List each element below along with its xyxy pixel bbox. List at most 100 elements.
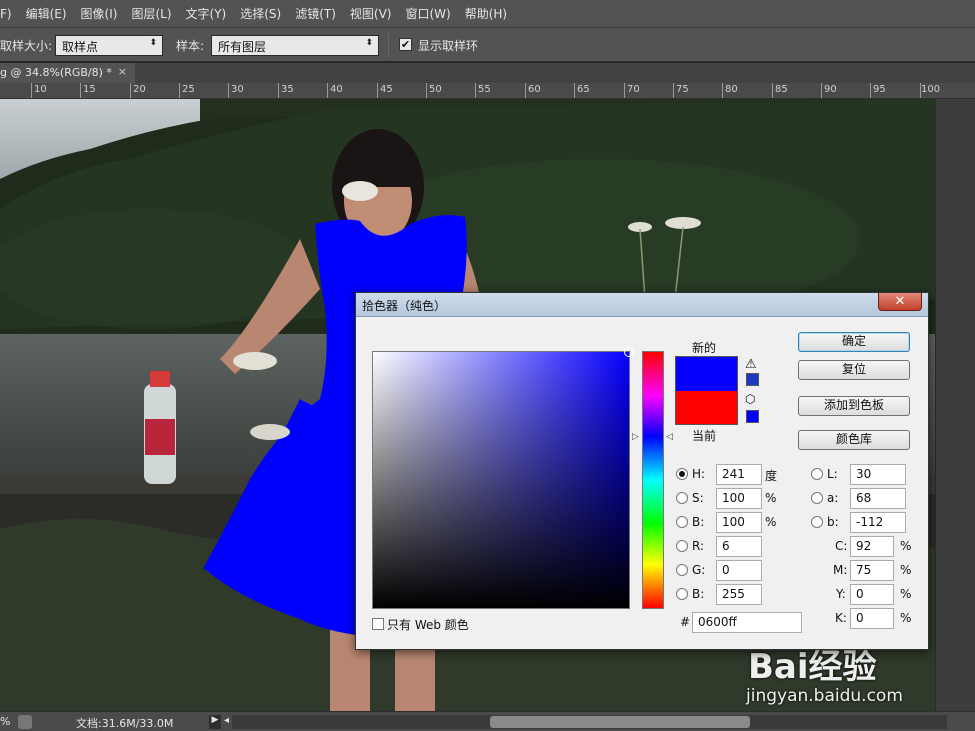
black-field[interactable]: 0 (850, 608, 894, 629)
color-field[interactable] (372, 347, 634, 609)
blue-label: B: (692, 587, 705, 601)
menu-edit[interactable]: 编辑(E) (19, 5, 74, 22)
brightness-radio[interactable] (676, 516, 688, 528)
color-picker-dialog: 拾色器（纯色） ✕ ▷ ◁ 新的 当前 ⚠ ⬡ 确定 复位 添加到色板 颜色库 … (355, 292, 929, 650)
show-sampling-ring-checkbox[interactable]: ✔ (399, 38, 412, 51)
ruler-label: 70 (627, 84, 640, 95)
ruler-label: 35 (281, 84, 294, 95)
lab-l-radio[interactable] (811, 468, 823, 480)
updown-arrow-icon: ⬍ (149, 38, 157, 48)
ruler-label: 50 (429, 84, 442, 95)
ruler-tick (327, 83, 328, 98)
magenta-unit: % (900, 563, 912, 577)
lab-b-radio[interactable] (811, 516, 823, 528)
zoom-level[interactable]: % (0, 715, 10, 728)
menu-filter[interactable]: 滤镜(T) (288, 5, 343, 22)
options-bar: 取样大小: 取样点 ⬍ 样本: 所有图层 ⬍ ✔ 显示取样环 (0, 28, 975, 62)
red-field[interactable]: 6 (716, 536, 762, 557)
status-menu-button[interactable]: ▶ (209, 715, 221, 729)
vertical-scrollbar[interactable] (935, 99, 975, 711)
horizontal-scrollbar[interactable] (232, 715, 947, 729)
gamut-warning-swatch[interactable] (746, 373, 759, 386)
red-radio[interactable] (676, 540, 688, 552)
ruler-tick (475, 83, 476, 98)
hue-radio[interactable] (676, 468, 688, 480)
menu-view[interactable]: 视图(V) (343, 5, 399, 22)
brightness-field[interactable]: 100 (716, 512, 762, 533)
reset-button[interactable]: 复位 (798, 360, 910, 380)
scroll-left-icon[interactable]: ◂ (224, 715, 229, 726)
ruler-label: 15 (83, 84, 96, 95)
hex-field[interactable]: 0600ff (692, 612, 802, 633)
magenta-field[interactable]: 75 (850, 560, 894, 581)
lab-l-label: L: (827, 467, 838, 481)
ruler-tick (278, 83, 279, 98)
hue-slider-right-arrow-icon[interactable]: ◁ (666, 432, 673, 442)
green-field[interactable]: 0 (716, 560, 762, 581)
ruler-tick (228, 83, 229, 98)
cube-icon[interactable]: ⬡ (745, 392, 755, 406)
add-to-swatches-button[interactable]: 添加到色板 (798, 396, 910, 416)
hue-slider[interactable] (642, 351, 664, 609)
color-libraries-button[interactable]: 颜色库 (798, 430, 910, 450)
hue-unit: 度 (765, 469, 778, 483)
ok-button[interactable]: 确定 (798, 332, 910, 352)
black-label: K: (835, 611, 847, 625)
scrollbar-thumb[interactable] (490, 716, 750, 728)
document-tab[interactable]: g @ 34.8%(RGB/8) * × (0, 63, 135, 83)
menu-window[interactable]: 窗口(W) (398, 5, 457, 22)
warning-icon[interactable]: ⚠ (745, 357, 757, 372)
black-unit: % (900, 611, 912, 625)
blue-radio[interactable] (676, 588, 688, 600)
lab-l-field[interactable]: 30 (850, 464, 906, 485)
menu-file[interactable]: F) (0, 7, 19, 21)
menu-type[interactable]: 文字(Y) (179, 5, 234, 22)
close-icon[interactable]: × (118, 65, 127, 78)
ruler-label: 25 (182, 84, 195, 95)
ruler-label: 100 (921, 84, 941, 95)
web-colors-only-checkbox[interactable] (372, 618, 384, 630)
menu-help[interactable]: 帮助(H) (458, 5, 514, 22)
saturation-radio[interactable] (676, 492, 688, 504)
sample-size-select[interactable]: 取样点 ⬍ (55, 35, 163, 56)
lab-b-field[interactable]: -112 (850, 512, 906, 533)
ruler-label: 95 (873, 84, 886, 95)
cyan-label: C: (835, 539, 848, 553)
saturation-label: S: (692, 491, 704, 505)
dialog-title: 拾色器（纯色） (362, 299, 447, 313)
green-radio[interactable] (676, 564, 688, 576)
saturation-field[interactable]: 100 (716, 488, 762, 509)
new-color-label: 新的 (692, 341, 717, 355)
yellow-field[interactable]: 0 (850, 584, 894, 605)
brightness-label: B: (692, 515, 705, 529)
sample-label: 样本: (176, 39, 205, 53)
web-safe-swatch[interactable] (746, 410, 759, 423)
yellow-label: Y: (836, 587, 846, 601)
hue-slider-left-arrow-icon[interactable]: ▷ (632, 432, 639, 442)
ruler-tick (821, 83, 822, 98)
current-color-swatch[interactable] (676, 391, 737, 424)
ruler-tick (870, 83, 871, 98)
magenta-label: M: (833, 563, 848, 577)
ruler-label: 75 (676, 84, 689, 95)
menu-layer[interactable]: 图层(L) (124, 5, 178, 22)
sample-select[interactable]: 所有图层 ⬍ (211, 35, 379, 56)
ruler-label: 65 (577, 84, 590, 95)
lab-a-radio[interactable] (811, 492, 823, 504)
menu-bar: F) 编辑(E) 图像(I) 图层(L) 文字(Y) 选择(S) 滤镜(T) 视… (0, 0, 975, 28)
cyan-field[interactable]: 92 (850, 536, 894, 557)
color-field-cursor[interactable] (624, 347, 634, 357)
green-label: G: (692, 563, 706, 577)
export-icon[interactable] (18, 715, 32, 729)
ruler-tick (179, 83, 180, 98)
blue-field[interactable]: 255 (716, 584, 762, 605)
menu-select[interactable]: 选择(S) (233, 5, 288, 22)
lab-a-field[interactable]: 68 (850, 488, 906, 509)
dialog-titlebar[interactable]: 拾色器（纯色） ✕ (356, 293, 928, 317)
ruler-tick (130, 83, 131, 98)
ruler-label: 40 (330, 84, 343, 95)
hue-field[interactable]: 241 (716, 464, 762, 485)
dialog-close-button[interactable]: ✕ (878, 293, 922, 311)
menu-image[interactable]: 图像(I) (74, 5, 125, 22)
watermark-url: jingyan.baidu.com (746, 686, 903, 706)
